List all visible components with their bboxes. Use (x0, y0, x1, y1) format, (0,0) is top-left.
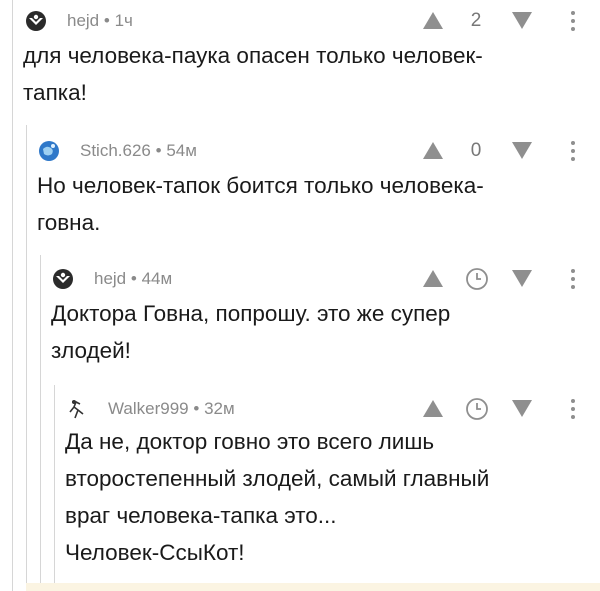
more-vertical-icon[interactable] (570, 10, 576, 37)
comment-body: Но человек-тапок боится только человека-… (37, 167, 484, 241)
comment-author-line[interactable]: Walker999 • 32м (108, 399, 235, 419)
comment-author-line[interactable]: Stich.626 • 54м (80, 141, 197, 161)
comment-time: 44м (141, 269, 173, 288)
rating-count: 0 (470, 140, 482, 161)
downvote-triangle-icon[interactable] (512, 142, 532, 164)
author-name[interactable]: Stich.626 (80, 141, 151, 160)
comment-time: 54м (166, 141, 197, 160)
comment: hejd • 44м Доктора Говна, попрошу. это ж… (0, 260, 600, 380)
comment-line: тапка! (23, 80, 87, 105)
more-vertical-icon[interactable] (570, 140, 576, 167)
upvote-triangle-icon[interactable] (423, 12, 443, 34)
downvote-triangle-icon[interactable] (512, 270, 532, 292)
comment-body: для человека-паука опасен только человек… (23, 37, 483, 111)
comment-body: Доктора Говна, попрошу. это же супер зло… (51, 295, 450, 369)
avatar[interactable] (38, 140, 60, 162)
comment-line: злодей! (51, 338, 131, 363)
comment-author-line[interactable]: hejd • 1ч (67, 11, 133, 31)
comment-line: Но человек-тапок боится только человека- (37, 173, 484, 198)
author-name[interactable]: hejd (67, 11, 99, 30)
downvote-triangle-icon[interactable] (512, 12, 532, 34)
more-vertical-icon[interactable] (570, 398, 576, 425)
comment-time: 1ч (114, 11, 133, 30)
comment-line: второстепенный злодей, самый главный (65, 466, 490, 491)
upvote-triangle-icon[interactable] (423, 142, 443, 164)
meta-separator: • (193, 399, 200, 418)
comment: Walker999 • 32м Да не, доктор говно это … (0, 390, 600, 585)
upvote-triangle-icon[interactable] (423, 400, 443, 422)
comment-time: 32м (204, 399, 235, 418)
comment-line: для человека-паука опасен только человек… (23, 43, 483, 68)
comment-line: враг человека-тапка это... (65, 503, 337, 528)
avatar[interactable] (66, 398, 88, 420)
comment-line: Доктора Говна, попрошу. это же супер (51, 301, 451, 326)
meta-separator: • (155, 141, 162, 160)
comment: hejd • 1ч 2 для человека-паука опасен то… (0, 0, 600, 120)
comment-author-line[interactable]: hejd • 44м (94, 269, 172, 289)
comment-header: Stich.626 • 54м (38, 136, 197, 166)
clock-icon (465, 397, 489, 426)
comment-body: Да не, доктор говно это всего лишь второ… (65, 423, 489, 571)
more-vertical-icon[interactable] (570, 268, 576, 295)
next-comment-edge (26, 583, 600, 591)
upvote-triangle-icon[interactable] (423, 270, 443, 292)
author-name[interactable]: hejd (94, 269, 126, 288)
avatar[interactable] (52, 268, 74, 290)
meta-separator: • (130, 269, 137, 288)
meta-separator: • (103, 11, 110, 30)
comment-line: Да не, доктор говно это всего лишь (65, 429, 435, 454)
comment: Stich.626 • 54м 0 Но человек-тапок боитс… (0, 130, 600, 250)
clock-icon (465, 267, 489, 296)
comment-header: hejd • 1ч (25, 6, 133, 36)
comment-line: говна. (37, 210, 101, 235)
downvote-triangle-icon[interactable] (512, 400, 532, 422)
author-name[interactable]: Walker999 (108, 399, 189, 418)
avatar[interactable] (25, 10, 47, 32)
comment-header: hejd • 44м (52, 264, 172, 294)
comment-header: Walker999 • 32м (66, 394, 235, 424)
comment-line: Человек-СсыКот! (65, 540, 245, 565)
rating-count: 2 (470, 10, 482, 31)
